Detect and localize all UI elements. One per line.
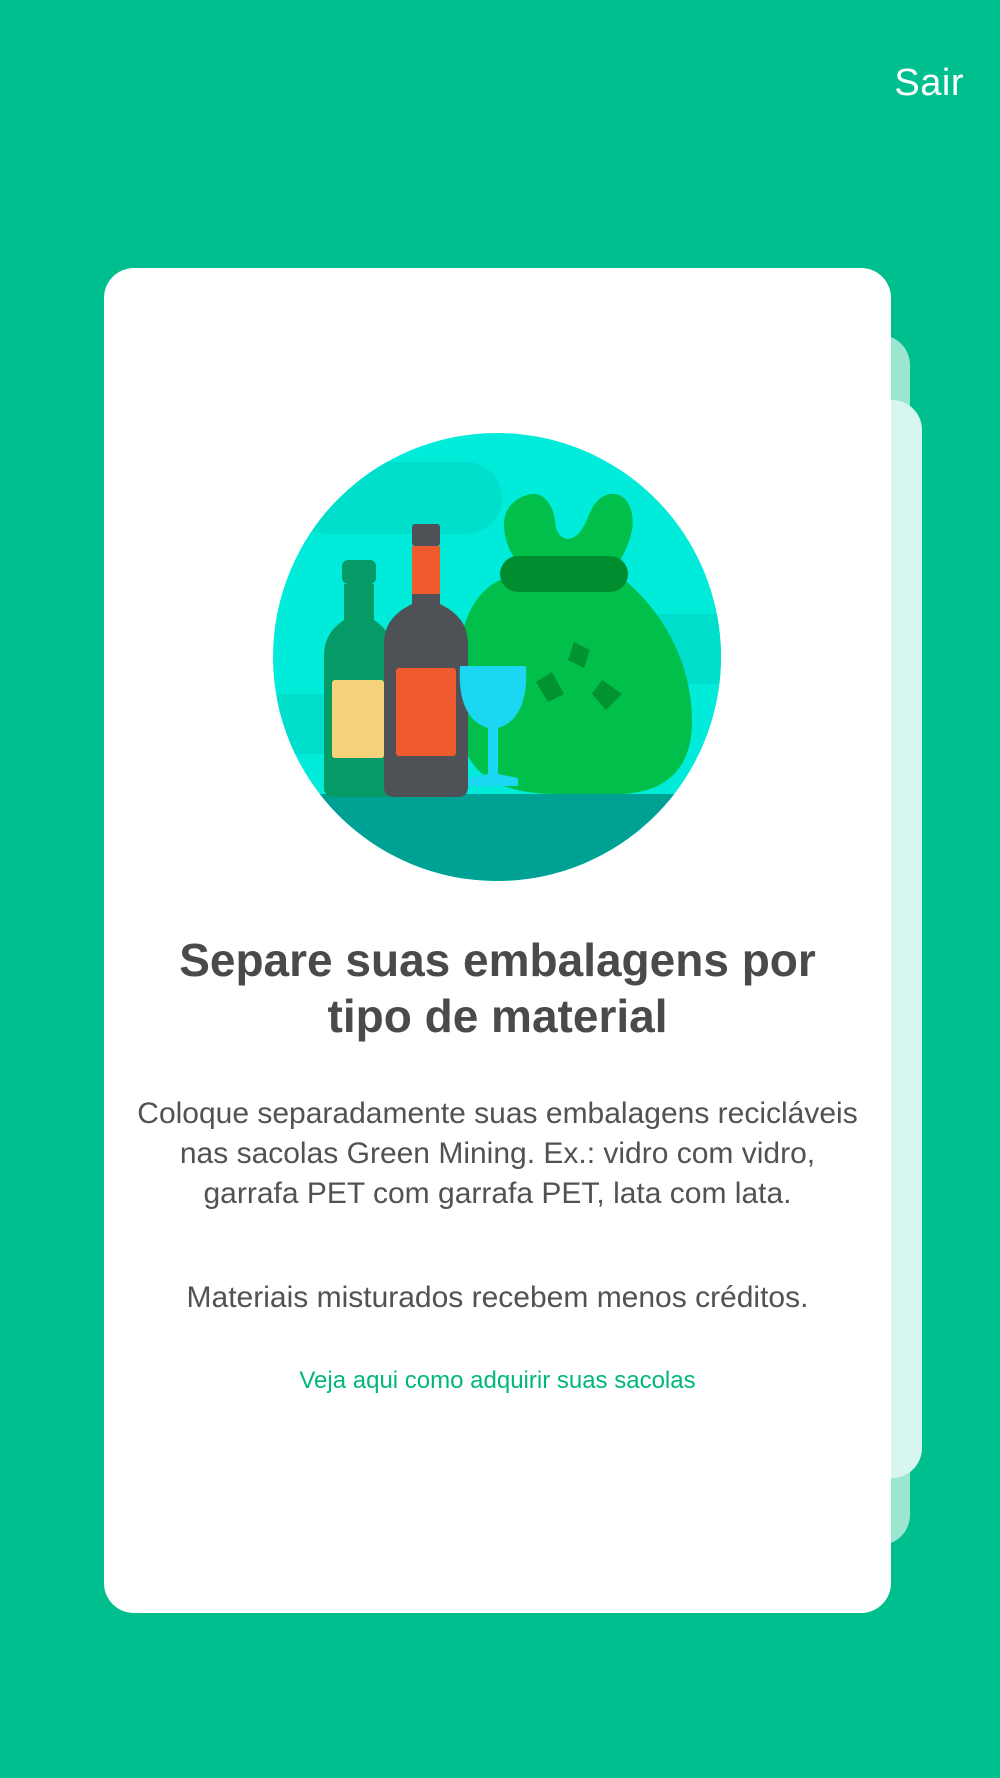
buy-bags-link[interactable]: Veja aqui como adquirir suas sacolas: [124, 1366, 871, 1396]
onboarding-card: Separe suas embalagens por tipo de mater…: [104, 268, 891, 1613]
recycling-bottles-bag-icon: [273, 433, 721, 881]
card-description: Coloque separadamente suas embalagens re…: [137, 1097, 858, 1210]
card-title: Separe suas embalagens por tipo de mater…: [179, 934, 816, 1042]
exit-button[interactable]: Sair: [894, 62, 964, 105]
card-note: Materiais misturados recebem menos crédi…: [186, 1281, 809, 1314]
